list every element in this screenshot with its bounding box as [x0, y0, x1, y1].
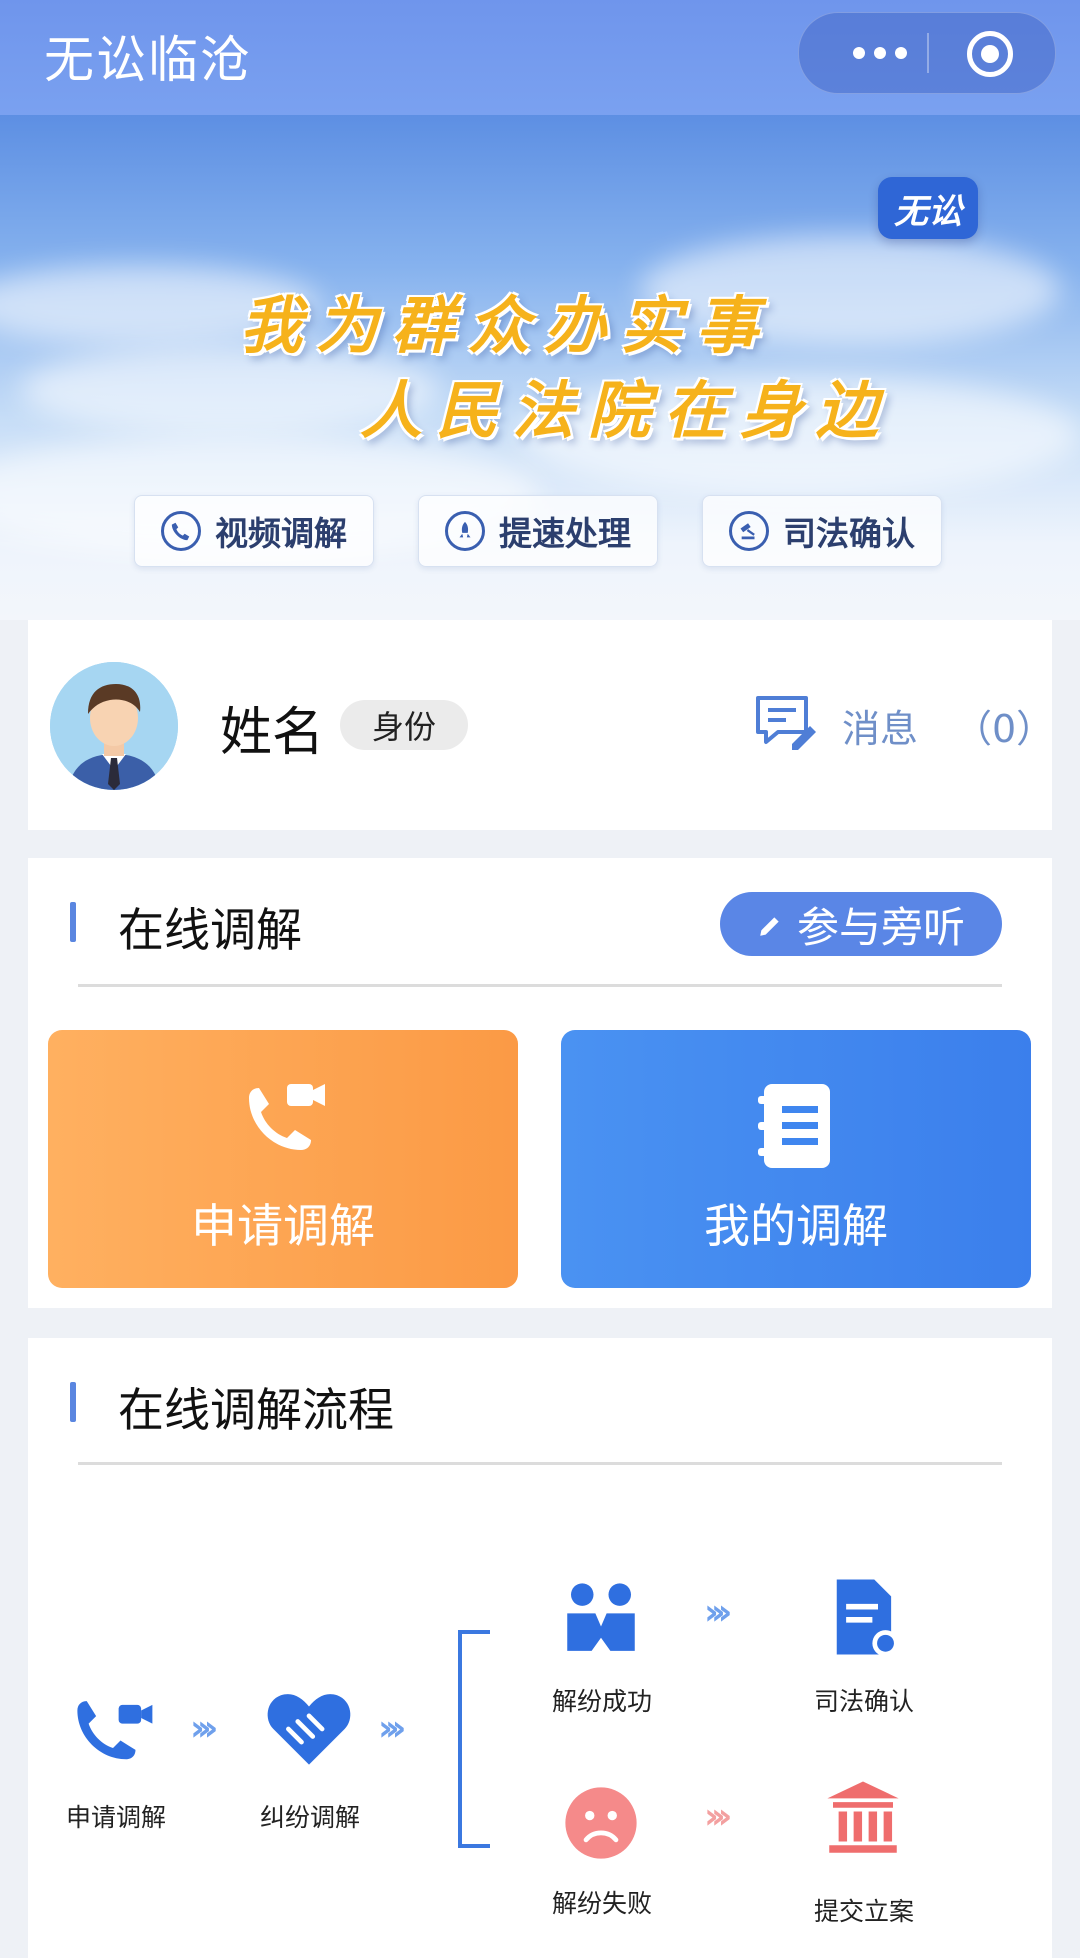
profile-card: 姓名 身份 消息 （0） [28, 620, 1055, 830]
section-accent-bar [70, 1382, 76, 1422]
flow-step-label: 申请调解 [65, 1803, 166, 1832]
flow-step-label: 解纷成功 [551, 1687, 652, 1716]
chip-label: 提速处理 [499, 514, 631, 553]
message-label[interactable]: 消息 [842, 698, 918, 753]
capsule-divider [927, 33, 929, 73]
section-divider [78, 984, 1002, 987]
notebook-icon [748, 1078, 844, 1174]
app-title: 无讼临沧 [44, 31, 252, 89]
gavel-icon [729, 511, 769, 551]
my-mediation-label: 我的调解 [704, 1199, 888, 1253]
identity-badge[interactable]: 身份 [340, 700, 468, 750]
apply-mediation-label: 申请调解 [191, 1199, 375, 1253]
sad-face-icon [556, 1778, 646, 1868]
attend-hearing-button[interactable]: 参与旁听 [720, 892, 1002, 956]
close-target-icon[interactable] [967, 31, 1013, 77]
phone-video-icon [68, 1688, 158, 1778]
flow-step-label: 解纷失败 [551, 1889, 652, 1918]
mediation-flow-card: 在线调解流程 申请调解 ››› 纠纷调解 ››› 解纷成功 ››› 司法确认 解… [28, 1338, 1052, 1958]
apply-mediation-button[interactable]: 申请调解 [48, 1030, 518, 1288]
attend-hearing-label: 参与旁听 [796, 902, 965, 952]
section-title: 在线调解流程 [118, 1383, 394, 1437]
flow-arrow-icon: ››› [704, 1592, 732, 1633]
section-title: 在线调解 [118, 903, 302, 957]
branch-bracket [458, 1630, 490, 1848]
chip-video-mediation[interactable]: 视频调解 [134, 495, 374, 567]
chip-fast-process[interactable]: 提速处理 [418, 495, 658, 567]
avatar[interactable] [50, 662, 178, 790]
flow-step-label: 提交立案 [813, 1897, 914, 1926]
flow-step-label: 纠纷调解 [259, 1803, 360, 1832]
handshake-heart-icon [264, 1684, 354, 1774]
chip-label: 视频调解 [215, 514, 347, 553]
brand-logo: 无讼 [878, 177, 978, 239]
pencil-icon [757, 900, 783, 949]
message-edit-icon[interactable] [752, 692, 818, 754]
flow-step-label: 司法确认 [813, 1687, 914, 1716]
video-call-icon [161, 511, 201, 551]
mini-program-capsule [798, 12, 1056, 94]
chip-label: 司法确认 [783, 514, 915, 553]
section-divider [78, 1462, 1002, 1465]
courthouse-icon [818, 1774, 908, 1864]
people-icon [556, 1574, 646, 1664]
more-menu-icon[interactable] [835, 13, 925, 93]
title-bar: 无讼临沧 [0, 0, 1080, 115]
online-mediation-card: 在线调解 参与旁听 申请调解 我的调解 [28, 858, 1052, 1308]
my-mediation-button[interactable]: 我的调解 [561, 1030, 1031, 1288]
certified-document-icon [818, 1572, 908, 1662]
rocket-icon [445, 511, 485, 551]
user-name: 姓名 [220, 703, 325, 763]
chip-judicial-confirm[interactable]: 司法确认 [702, 495, 942, 567]
flow-arrow-icon: ››› [378, 1708, 406, 1749]
slogan-line-1: 我为群众办实事 [240, 289, 773, 362]
flow-arrow-icon: ››› [704, 1796, 732, 1837]
flow-arrow-icon: ››› [190, 1708, 218, 1749]
hero-banner: 无讼 我为群众办实事 人民法院在身边 视频调解 提速处理 司法确认 [0, 115, 1080, 620]
slogan-line-2: 人民法院在身边 [360, 374, 893, 447]
phone-video-icon [235, 1078, 331, 1174]
message-count: （0） [954, 707, 1055, 751]
section-accent-bar [70, 902, 76, 942]
